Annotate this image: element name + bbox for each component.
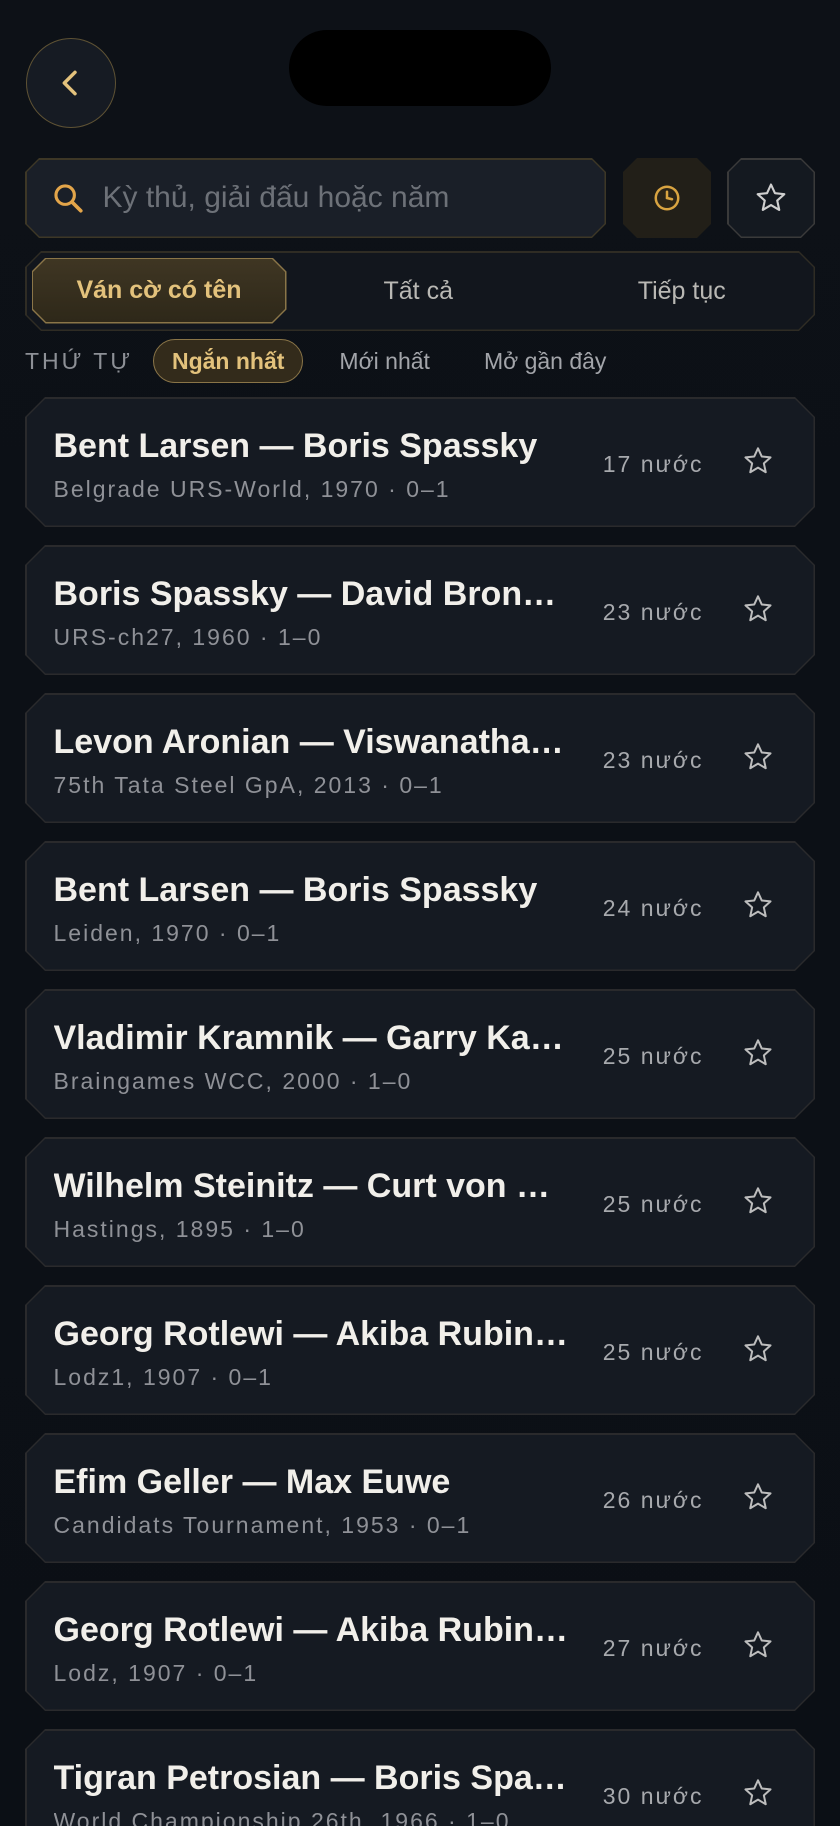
game-title: Vladimir Kramnik — Garry Kasparov [53,1018,570,1057]
game-card[interactable]: Boris Spassky — David Bronstein URS-ch27,… [25,545,815,675]
game-subtitle: Lodz1, 1907 · 0–1 [53,1363,273,1390]
star-icon[interactable] [742,1629,774,1661]
game-title: Levon Aronian — Viswanathan Anand [53,722,551,761]
back-button[interactable] [26,38,116,128]
game-card[interactable]: Georg Rotlewi — Akiba Rubinstein Lodz, 19… [25,1581,815,1711]
move-count: 27 nước [602,1634,704,1661]
game-title: Bent Larsen — Boris Spassky [53,870,538,909]
move-count: 25 nước [602,1338,704,1365]
clock-icon [652,183,682,213]
game-card[interactable]: Efim Geller — Max Euwe Candidats Tourname… [25,1433,815,1563]
game-title: Tigran Petrosian — Boris Spassky [53,1758,574,1797]
game-card[interactable]: Wilhelm Steinitz — Curt von Bardeleben Ha… [25,1137,815,1267]
move-count: 24 nước [602,894,704,921]
sort-shortest-chip[interactable]: Ngắn nhất [152,339,304,383]
star-icon[interactable] [742,889,774,921]
game-card[interactable]: Bent Larsen — Boris Spassky Belgrade URS-… [25,397,815,527]
history-button[interactable] [623,158,711,238]
game-card[interactable]: Tigran Petrosian — Boris Spassky World Ch… [25,1729,815,1826]
game-subtitle: Hastings, 1895 · 1–0 [53,1215,306,1242]
move-count: 25 nước [602,1042,704,1069]
tab-continue[interactable]: Tiếp tục [550,253,814,330]
game-card[interactable]: Georg Rotlewi — Akiba Rubinstein Lodz1, 1… [25,1285,815,1415]
game-subtitle: 75th Tata Steel GpA, 2013 · 0–1 [53,771,444,798]
game-list: Bent Larsen — Boris Spassky Belgrade URS-… [25,397,815,1826]
chevron-left-icon [62,70,77,96]
tab-named-games[interactable]: Ván cờ có tên [32,258,287,324]
move-count: 23 nước [602,746,704,773]
game-title: Efim Geller — Max Euwe [53,1462,451,1501]
tab-label: Ván cờ có tên [33,259,285,322]
game-card[interactable]: Levon Aronian — Viswanathan Anand 75th Ta… [25,693,815,823]
star-icon[interactable] [742,1481,774,1513]
game-subtitle: URS-ch27, 1960 · 1–0 [53,623,323,650]
game-subtitle: Braingames WCC, 2000 · 1–0 [53,1067,413,1094]
star-icon[interactable] [742,593,774,625]
game-subtitle: Belgrade URS-World, 1970 · 0–1 [53,475,451,502]
game-subtitle: Leiden, 1970 · 0–1 [53,919,282,946]
game-title: Georg Rotlewi — Akiba Rubinstein [53,1610,574,1649]
sort-newest-chip[interactable]: Mới nhất [321,339,448,383]
sort-row: THỨ TỰ Ngắn nhất Mới nhất Mở gần đây [25,339,642,383]
game-subtitle: Lodz, 1907 · 0–1 [53,1659,259,1686]
dynamic-island [289,30,551,106]
search-icon [51,181,85,215]
star-icon [754,181,788,215]
search-box[interactable] [25,158,606,238]
move-count: 23 nước [602,598,704,625]
game-subtitle: Candidats Tournament, 1953 · 0–1 [53,1511,472,1538]
move-count: 26 nước [602,1486,704,1513]
game-subtitle: World Championship 26th, 1966 · 1–0 [53,1807,511,1826]
star-icon[interactable] [742,1037,774,1069]
game-title: Boris Spassky — David Bronstein [53,574,574,613]
star-icon[interactable] [742,445,774,477]
star-icon[interactable] [742,1777,774,1809]
star-icon[interactable] [742,741,774,773]
favorites-button[interactable] [727,158,815,238]
move-count: 30 nước [602,1782,704,1809]
star-icon[interactable] [742,1185,774,1217]
sort-label: THỨ TỰ [25,347,133,374]
game-title: Georg Rotlewi — Akiba Rubinstein [53,1314,574,1353]
search-input[interactable] [103,181,563,215]
game-card[interactable]: Bent Larsen — Boris Spassky Leiden, 1970 … [25,841,815,971]
sort-recent-chip[interactable]: Mở gần đây [466,339,624,383]
tab-all[interactable]: Tất cả [287,253,551,330]
move-count: 25 nước [602,1190,704,1217]
game-title: Wilhelm Steinitz — Curt von Bardeleben [53,1166,573,1205]
game-title: Bent Larsen — Boris Spassky [53,426,538,465]
move-count: 17 nước [602,450,704,477]
segmented-tabs: Ván cờ có tên Tất cả Tiếp tục [25,251,815,331]
game-card[interactable]: Vladimir Kramnik — Garry Kasparov Brainga… [25,989,815,1119]
star-icon[interactable] [742,1333,774,1365]
